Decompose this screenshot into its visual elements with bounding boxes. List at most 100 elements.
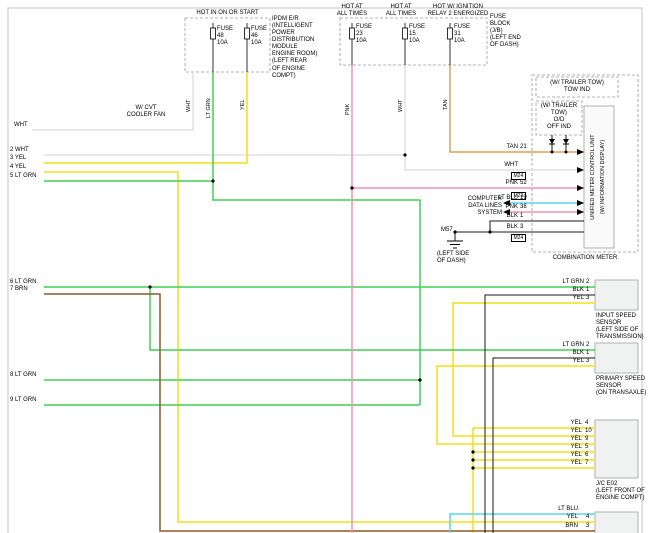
connector-tag: M24 (511, 234, 526, 242)
jc-pin-color: YEL (546, 444, 582, 451)
arrow-into-unit (577, 209, 584, 215)
ground-code-label: M57 (441, 227, 453, 234)
wire-label: PNK (345, 103, 351, 115)
jc-pin-color: YEL (546, 420, 582, 427)
ground-location-label: (LEFT SIDE OF DASH) (437, 251, 469, 265)
tow-ind-label: (W/ TRAILER TOW) TOW IND (536, 80, 618, 94)
fuse-46-label: FUSE 46 10A (251, 26, 267, 47)
left-ref: WHT (14, 122, 28, 129)
wht-wires (32, 65, 584, 170)
fuse-23-label: FUSE 23 10A (356, 24, 372, 45)
left-ref: 9 LT GRN (10, 397, 36, 404)
meter-pin-number: 38 (520, 204, 532, 211)
meter-pin-color: LT BLU (478, 195, 518, 202)
jc-pin-number: 9 (585, 436, 597, 443)
unified-meter-unit-box (584, 106, 614, 248)
meter-pin-color: PNK (478, 204, 518, 211)
unit-label-line2: (W/ INFORMATION DISPLAY) (600, 140, 606, 215)
yel-wires (44, 72, 595, 533)
bottom-pin-color: YEL (534, 514, 578, 521)
blk-wires (455, 221, 595, 533)
cvt-cooler-fan-label: W/ CVT COOLER FAN (116, 105, 176, 119)
input-speed-sensor-caption: INPUT SPEED SENSOR (LEFT SIDE OF TRANSMI… (596, 313, 644, 341)
left-ref: 5 LT GRN (10, 173, 36, 180)
arrow-into-unit (577, 185, 584, 191)
arrow-into-unit (577, 200, 584, 206)
unit-label-line1: UNIFIED METER CONTROL UNIT (590, 134, 596, 220)
dashed-boxes (185, 18, 638, 252)
bottom-pin-color: LT BLU (534, 506, 578, 513)
joint-connector-box (595, 420, 638, 478)
sensor-pin-number: 3 (586, 358, 596, 365)
meter-pin-number: 21 (520, 144, 532, 151)
meter-pin-color: BLK (478, 224, 518, 231)
wiring-diagram-page: WHT LT GRN YEL PNK WHT TAN UNIFIED METER… (0, 0, 650, 533)
jc-pin-number: 6 (585, 452, 597, 459)
connector-tag: M24 (511, 172, 526, 180)
left-ref: 2 WHT (10, 147, 29, 154)
ground-symbol (447, 241, 463, 248)
sensor-pin-number: 2 (586, 279, 596, 286)
jc-pin-color: YEL (546, 436, 582, 443)
bottom-pin-number: 3 (586, 523, 596, 530)
arrow-into-unit (577, 167, 584, 173)
jc-pin-number: 10 (585, 428, 597, 435)
meter-pin-color: TAN (478, 144, 518, 151)
meter-pin-color: WHT (478, 162, 518, 169)
meter-pin-number: 1 (520, 213, 532, 220)
fuse-block-caption: FUSE BLOCK (J/B) (LEFT END OF DASH) (490, 14, 521, 49)
hot-label-fuse31: HOT W/ IGNITION RELAY 2 ENERGIZED (425, 4, 491, 18)
meter-pin-color: PNK (478, 180, 518, 187)
hot-label-ipdm: HOT IN ON OR START (185, 10, 270, 17)
primary-speed-sensor-caption: PRIMARY SPEED SENSOR (ON TRANSAXLE) (596, 376, 646, 397)
hot-label-fuse15: HOT AT ALL TIMES (378, 4, 424, 18)
sensor-pin-color: BLK (540, 350, 584, 357)
sensor-pin-number: 1 (586, 350, 596, 357)
ipdm-caption: IPDM E/R (INTELLIGENT POWER DISTRIBUTION… (272, 16, 317, 80)
bottom-pin-number: 4 (586, 514, 596, 521)
wire-label: WHT (186, 99, 192, 112)
brn-wires (44, 294, 595, 531)
sensor-pin-color: YEL (540, 358, 584, 365)
meter-pin-number: 52 (520, 180, 532, 187)
wire-label: LT GRN (206, 98, 212, 118)
left-ref: 3 YEL (10, 155, 26, 162)
hot-label-fuse23: HOT AT ALL TIMES (327, 4, 377, 18)
sensor-pin-number: 2 (586, 342, 596, 349)
fuse-15-label: FUSE 15 10A (409, 24, 425, 45)
left-ref: 8 LT GRN (10, 372, 36, 379)
jc-pin-color: YEL (546, 460, 582, 467)
fuse-31-label: FUSE 31 10A (454, 24, 470, 45)
diode-indicators (549, 135, 569, 152)
combination-meter-caption: COMBINATION METER (532, 255, 638, 262)
od-off-ind-label: (W/ TRAILER TOW) O/D OFF IND (536, 103, 582, 131)
meter-pin-number: 19 (520, 195, 532, 202)
jc-pin-number: 5 (585, 444, 597, 451)
joint-connector-caption: J/C E02 (LEFT FRONT OF ENGINE COMPT) (596, 481, 645, 502)
jc-pin-number: 7 (585, 460, 597, 467)
meter-pin-number: 3 (520, 224, 532, 231)
jc-pin-number: 4 (585, 420, 597, 427)
sensor-pin-color: BLK (540, 287, 584, 294)
bottom-component-box (595, 512, 638, 533)
left-ref: 7 BRN (10, 286, 28, 293)
meter-pin-color: BLK (478, 213, 518, 220)
vertical-wire-labels: WHT LT GRN YEL PNK WHT TAN (186, 98, 449, 118)
sensor-pin-number: 3 (586, 295, 596, 302)
fuse-48-label: FUSE 48 10A (217, 26, 233, 47)
wire-label: YEL (240, 100, 246, 110)
bottom-pin-color: BRN (534, 523, 578, 530)
jc-pin-color: YEL (546, 452, 582, 459)
sensor-pin-number: 1 (586, 287, 596, 294)
input-speed-sensor-box (595, 280, 638, 310)
jc-pin-color: YEL (546, 428, 582, 435)
sensor-pin-color: LT GRN (540, 342, 584, 349)
arrow-into-unit (577, 149, 584, 155)
sensor-pin-color: LT GRN (540, 279, 584, 286)
wire-label: TAN (443, 99, 449, 110)
sensor-pin-color: YEL (540, 295, 584, 302)
primary-speed-sensor-box (595, 343, 638, 373)
wire-label: WHT (398, 99, 404, 112)
lt-blu-wires (450, 203, 595, 533)
left-ref: 4 YEL (10, 164, 26, 171)
